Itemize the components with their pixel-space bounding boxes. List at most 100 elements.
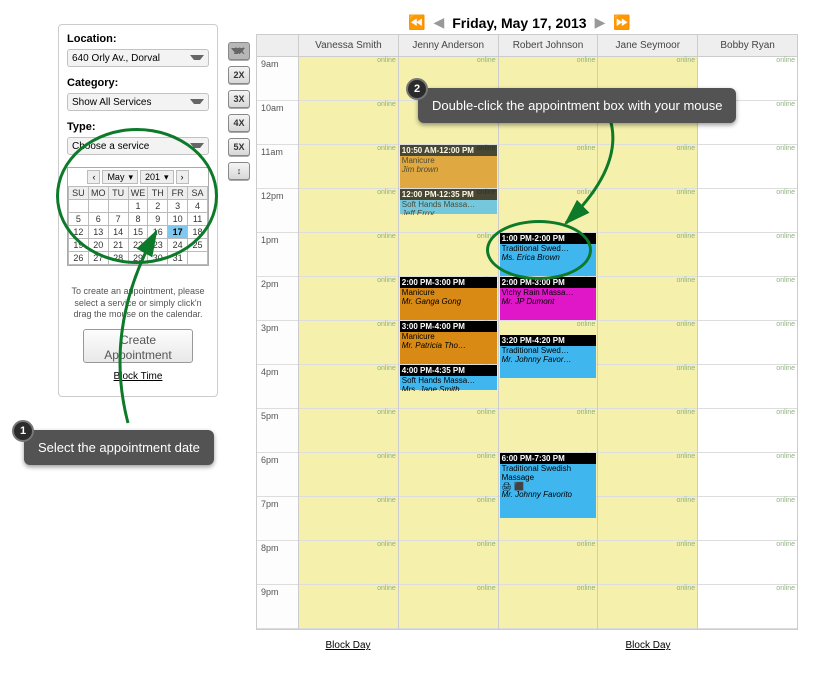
minical-day[interactable]: 13 [88, 226, 108, 239]
time-label: 11am [257, 145, 298, 189]
appointment[interactable]: 6:00 PM-7:30 PMTraditional Swedish Massa… [500, 453, 597, 519]
online-label: online [577, 541, 596, 548]
appointment[interactable]: 3:20 PM-4:20 PMTraditional Swed…Mr. John… [500, 335, 597, 379]
online-label: online [776, 321, 795, 328]
minical-day[interactable]: 27 [88, 252, 108, 265]
zoom-button[interactable]: 1X [228, 42, 250, 60]
appointment-time: 3:00 PM-4:00 PM [400, 321, 497, 332]
day-column[interactable]: onlineonlineonlineonlineonlineonlineonli… [499, 57, 599, 629]
minical-day[interactable]: 31 [168, 252, 188, 265]
minical-day[interactable]: 30 [148, 252, 168, 265]
appointment[interactable]: 12:00 PM-12:35 PMSoft Hands Massa…Jeff E… [400, 189, 497, 215]
appointment-client: Ms. Erica Brown [502, 254, 595, 263]
staff-column-header[interactable]: Robert Johnson [499, 35, 599, 56]
block-day-link[interactable]: Block Day [625, 640, 670, 651]
minical-day[interactable]: 18 [188, 226, 208, 239]
zoom-button[interactable]: 5X [228, 138, 250, 156]
online-label: online [776, 57, 795, 64]
online-label: online [577, 189, 596, 196]
appointment[interactable]: 2:00 PM-3:00 PMVichy Rain Massa…Mr. JP D… [500, 277, 597, 321]
minical-year[interactable]: 201▾ [140, 170, 174, 184]
fast-next-icon[interactable]: ⏩ [613, 14, 630, 31]
minical-day[interactable]: 1 [128, 200, 148, 213]
minical-day[interactable]: 23 [148, 239, 168, 252]
minical-day[interactable]: 15 [128, 226, 148, 239]
zoom-button[interactable]: 2X [228, 66, 250, 84]
staff-column-header[interactable]: Jane Seymoor [598, 35, 698, 56]
minical-day[interactable]: 11 [188, 213, 208, 226]
time-label: 6pm [257, 453, 298, 497]
minical-day[interactable]: 28 [108, 252, 128, 265]
appointment[interactable]: 2:00 PM-3:00 PMManicureMr. Ganga Gong [400, 277, 497, 321]
fast-prev-icon[interactable]: ⏪ [408, 14, 425, 31]
staff-column-header[interactable]: Jenny Anderson [399, 35, 499, 56]
location-label: Location: [67, 33, 209, 45]
type-select[interactable]: Choose a service [67, 137, 209, 155]
minical-prev[interactable]: ‹ [87, 170, 100, 184]
appointment-time: 12:00 PM-12:35 PM [400, 189, 497, 200]
minical-day[interactable]: 10 [168, 213, 188, 226]
online-label: online [377, 189, 396, 196]
day-column[interactable]: onlineonlineonlineonlineonlineonlineonli… [598, 57, 698, 629]
zoom-button[interactable]: 3X [228, 90, 250, 108]
online-label: online [377, 497, 396, 504]
next-icon[interactable]: ▶ [595, 14, 606, 31]
create-appointment-button[interactable]: CreateAppointment [83, 329, 193, 363]
callout-badge: 1 [12, 420, 34, 442]
category-select[interactable]: Show All Services [67, 93, 209, 111]
block-time-link[interactable]: Block Time [67, 371, 209, 382]
minical-day[interactable]: 20 [88, 239, 108, 252]
prev-icon[interactable]: ◀ [433, 14, 444, 31]
online-label: online [776, 233, 795, 240]
minical-day[interactable]: 16 [148, 226, 168, 239]
online-label: online [677, 321, 696, 328]
appointment[interactable]: 4:00 PM-4:35 PMSoft Hands Massa…Mrs. Jan… [400, 365, 497, 391]
minical-day[interactable]: 24 [168, 239, 188, 252]
minical-day[interactable]: 9 [148, 213, 168, 226]
online-label: online [377, 277, 396, 284]
minical-day[interactable]: 14 [108, 226, 128, 239]
location-value: 640 Orly Av., Dorval [72, 53, 160, 64]
minical-day[interactable]: 17 [168, 226, 188, 239]
minical-next[interactable]: › [176, 170, 189, 184]
time-label: 9am [257, 57, 298, 101]
minical-day[interactable]: 29 [128, 252, 148, 265]
online-label: online [477, 585, 496, 592]
online-label: online [677, 453, 696, 460]
zoom-button[interactable]: 4X [228, 114, 250, 132]
zoom-button[interactable]: ↕ [228, 162, 250, 180]
online-label: online [477, 541, 496, 548]
minical-day[interactable]: 21 [108, 239, 128, 252]
appointment[interactable]: 3:00 PM-4:00 PMManicureMr. Patricia Tho… [400, 321, 497, 365]
appointment-client: Jim brown [402, 166, 495, 175]
staff-column-header[interactable]: Vanessa Smith [299, 35, 399, 56]
appointment[interactable]: 10:50 AM-12:00 PMManicureJim brown [400, 145, 497, 189]
minical-day[interactable]: 4 [188, 200, 208, 213]
minical-day[interactable]: 12 [69, 226, 89, 239]
day-column[interactable]: onlineonlineonlineonlineonlineonlineonli… [698, 57, 797, 629]
minical-day[interactable]: 5 [69, 213, 89, 226]
minical-day[interactable]: 25 [188, 239, 208, 252]
appointment[interactable]: 1:00 PM-2:00 PMTraditional Swed…Ms. Eric… [500, 233, 597, 277]
footer-links: Block Day Block Day [256, 640, 798, 651]
time-label: 8pm [257, 541, 298, 585]
appointment-client: Mr. Johnny Favor… [502, 356, 595, 365]
minical-month[interactable]: May▾ [102, 170, 138, 184]
online-label: online [577, 145, 596, 152]
minical-day[interactable]: 6 [88, 213, 108, 226]
appointment-time: 1:00 PM-2:00 PM [500, 233, 597, 244]
block-day-link[interactable]: Block Day [325, 640, 370, 651]
location-select[interactable]: 640 Orly Av., Dorval [67, 49, 209, 67]
minical-day[interactable]: 26 [69, 252, 89, 265]
minical-day[interactable]: 22 [128, 239, 148, 252]
minical-dow: TU [108, 187, 128, 200]
minical-day[interactable]: 2 [148, 200, 168, 213]
day-column[interactable]: onlineonlineonlineonlineonlineonlineonli… [399, 57, 499, 629]
minical-day[interactable]: 7 [108, 213, 128, 226]
day-column[interactable]: onlineonlineonlineonlineonlineonlineonli… [299, 57, 399, 629]
minical-day[interactable]: 19 [69, 239, 89, 252]
staff-column-header[interactable]: Bobby Ryan [698, 35, 797, 56]
minical-day[interactable]: 8 [128, 213, 148, 226]
minical-day[interactable]: 3 [168, 200, 188, 213]
callout-1: 1 Select the appointment date [24, 430, 214, 465]
